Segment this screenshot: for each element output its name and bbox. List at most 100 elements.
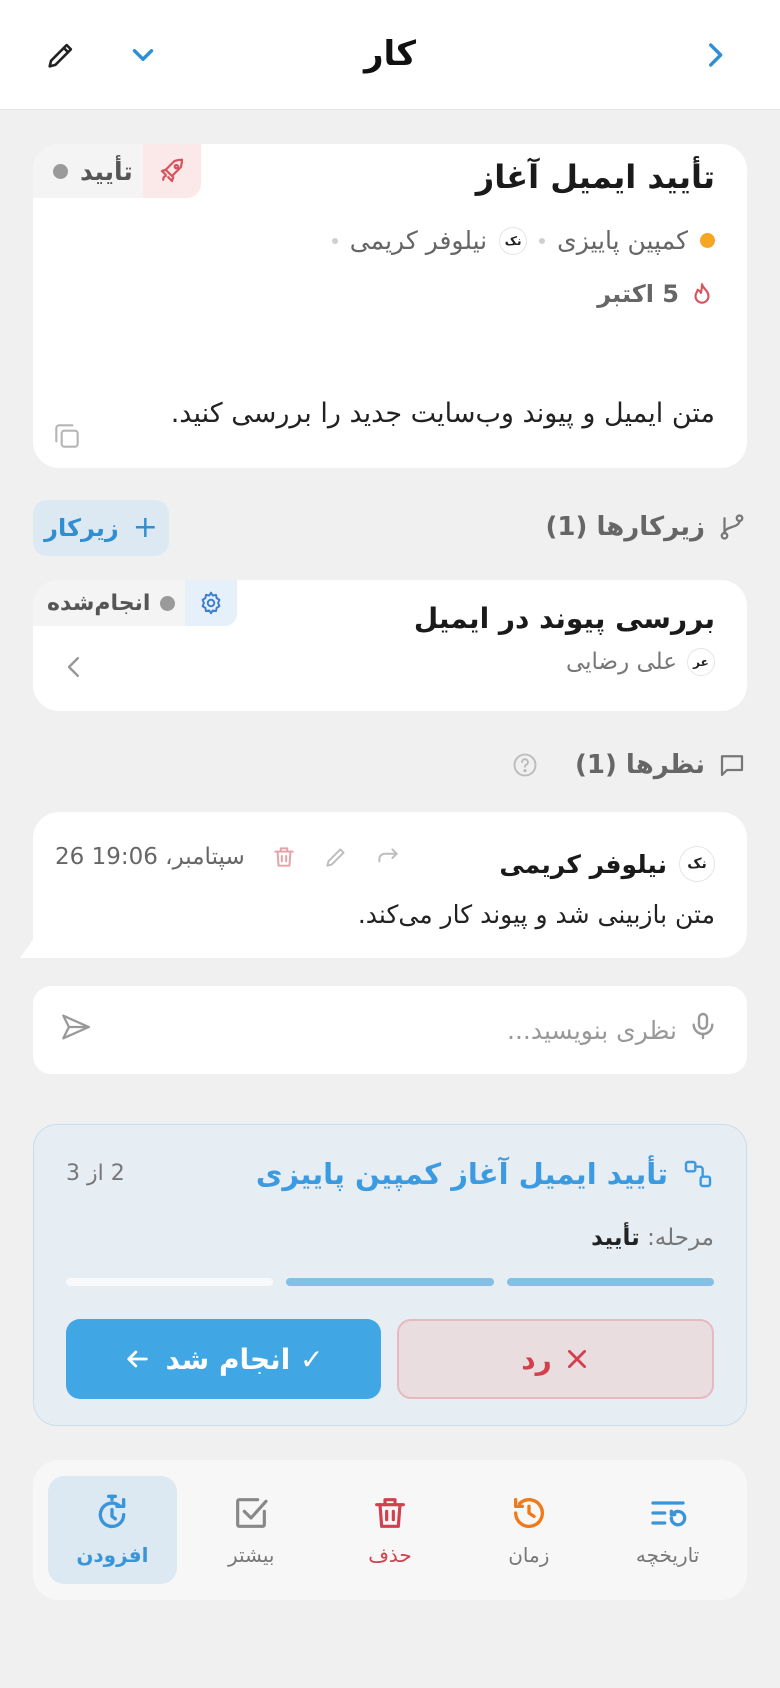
add-subtask-label: زیرکار: [44, 514, 119, 542]
comment-input[interactable]: [117, 1008, 677, 1052]
history-label: تاریخچه: [635, 1543, 700, 1567]
assignee-name[interactable]: نیلوفر کریمی: [350, 226, 487, 255]
rocket-icon: [160, 158, 183, 183]
page-title: کار: [363, 34, 417, 74]
status-dot: [160, 595, 176, 611]
comment-card: نک نیلوفر کریمی 26 سپتامبر، 19:06 متن با…: [33, 812, 747, 958]
flame-icon: [694, 283, 710, 304]
copy-button[interactable]: [47, 416, 87, 456]
workflow-step-count: 2 از 3: [66, 1161, 125, 1186]
subtask-status-badge[interactable]: انجام‌شده: [33, 580, 238, 626]
workflow-stage: مرحله: تأیید: [591, 1225, 714, 1251]
status-text: تأیید: [80, 156, 133, 186]
add-subtask-button[interactable]: + زیرکار: [33, 500, 169, 556]
subtask-title: بررسی پیوند در ایمیل: [413, 602, 715, 635]
subtasks-header: زیرکارها (1): [546, 512, 747, 542]
assignee-name: علی رضایی: [565, 649, 677, 675]
workflow-step-segment: [66, 1278, 274, 1286]
task-card: تأیید ایمیل آغاز تأیید کمپین پاییزی نک ن…: [33, 144, 747, 468]
status-label: تأیید: [33, 144, 143, 198]
campaign-label[interactable]: کمپین پاییزی: [557, 226, 688, 255]
chevron-right-icon: [709, 43, 723, 67]
chat-icon: [720, 755, 744, 777]
workflow-actions: انجام شد ✓ رد: [66, 1319, 714, 1399]
microphone-icon: [692, 1012, 714, 1040]
back-button[interactable]: [690, 30, 740, 80]
more-button[interactable]: بیشتر: [187, 1476, 316, 1584]
workflow-icon: [684, 1160, 712, 1188]
stage-label: مرحله:: [647, 1225, 714, 1251]
subtask-card[interactable]: بررسی پیوند در ایمیل انجام‌شده عر علی رض…: [33, 580, 747, 711]
time-label: زمان: [508, 1543, 550, 1567]
comment-bubble-tail: [20, 930, 40, 958]
reject-button[interactable]: رد: [397, 1319, 714, 1399]
history-clock-icon: [513, 1498, 544, 1529]
mic-button[interactable]: [687, 1010, 719, 1046]
timer-add-icon: [99, 1494, 126, 1528]
add-time-label: افزودن: [76, 1543, 149, 1567]
gear-icon: [201, 591, 221, 615]
comment-time: 26 سپتامبر، 19:06: [55, 844, 245, 870]
plus-icon: +: [132, 510, 158, 545]
status-badge[interactable]: تأیید: [33, 144, 201, 198]
send-icon: [62, 1014, 90, 1040]
checkbox-icon: [236, 1498, 268, 1528]
campaign-dot: [700, 233, 715, 248]
done-button[interactable]: انجام شد ✓: [66, 1319, 381, 1399]
bottom-action-bar: افزودن بیشتر حذف زمان تاریخچه: [33, 1460, 747, 1600]
comment-composer: [33, 986, 747, 1074]
workflow-title: تأیید ایمیل آغاز کمپین پاییزی: [256, 1157, 714, 1191]
open-subtask-button[interactable]: [59, 652, 89, 686]
stage-value: تأیید: [591, 1225, 640, 1251]
time-button[interactable]: زمان: [464, 1476, 593, 1584]
done-label: انجام شد ✓: [165, 1342, 324, 1376]
subtask-status-label: انجام‌شده: [33, 580, 186, 626]
due-text: 5 اکتبر: [597, 280, 679, 308]
pencil-icon[interactable]: [323, 844, 349, 870]
close-icon: [567, 1350, 586, 1368]
send-button[interactable]: [59, 1010, 93, 1048]
subtask-status-text: انجام‌شده: [47, 590, 151, 616]
history-list-icon: [650, 1501, 686, 1527]
subtask-icon-box: [185, 580, 238, 626]
history-button[interactable]: تاریخچه: [603, 1476, 732, 1584]
delete-button[interactable]: حذف: [326, 1476, 455, 1584]
status-dot: [53, 163, 68, 179]
delete-label: حذف: [368, 1543, 412, 1567]
workflow-progress: [66, 1278, 714, 1286]
task-description: متن ایمیل و پیوند وب‌سایت جدید را بررسی …: [170, 398, 715, 429]
avatar: نک: [679, 846, 715, 882]
more-label: بیشتر: [227, 1543, 275, 1567]
trash-icon: [375, 1498, 405, 1528]
task-meta: کمپین پاییزی نک نیلوفر کریمی: [331, 226, 715, 255]
workflow-step-segment: [286, 1278, 494, 1286]
separator: [539, 237, 546, 244]
chevron-left-icon: [67, 657, 79, 677]
reject-label: رد: [521, 1342, 552, 1376]
author-name: نیلوفر کریمی: [499, 849, 667, 879]
subtasks-title: زیرکارها (1): [545, 512, 705, 542]
workflow-title-text: تأیید ایمیل آغاز کمپین پاییزی: [255, 1157, 668, 1191]
top-bar: کار: [0, 0, 780, 110]
task-title: تأیید ایمیل آغاز: [475, 158, 715, 196]
add-time-button[interactable]: افزودن: [48, 1476, 177, 1584]
copy-icon: [55, 424, 79, 448]
separator: [331, 237, 338, 244]
workflow-step-segment: [506, 1278, 714, 1286]
comment-author: نک نیلوفر کریمی: [499, 846, 715, 882]
branch-icon: [720, 514, 744, 540]
comment-text: متن بازبینی شد و پیوند کار می‌کند.: [357, 900, 715, 929]
trash-icon[interactable]: [271, 844, 297, 870]
comments-title: نظرها (1): [575, 750, 705, 780]
reply-icon[interactable]: [375, 844, 401, 870]
subtask-assignee: عر علی رضایی: [566, 648, 715, 676]
due-date[interactable]: 5 اکتبر: [597, 280, 715, 308]
status-icon-box: [142, 144, 201, 198]
avatar: عر: [687, 648, 715, 676]
help-icon[interactable]: [511, 751, 539, 779]
arrow-left-icon: [127, 1350, 149, 1368]
workflow-panel: تأیید ایمیل آغاز کمپین پاییزی 2 از 3 مرح…: [33, 1124, 747, 1426]
avatar: نک: [499, 226, 528, 255]
comments-header: نظرها (1): [511, 750, 747, 780]
comment-actions: 26 سپتامبر، 19:06: [55, 844, 401, 870]
